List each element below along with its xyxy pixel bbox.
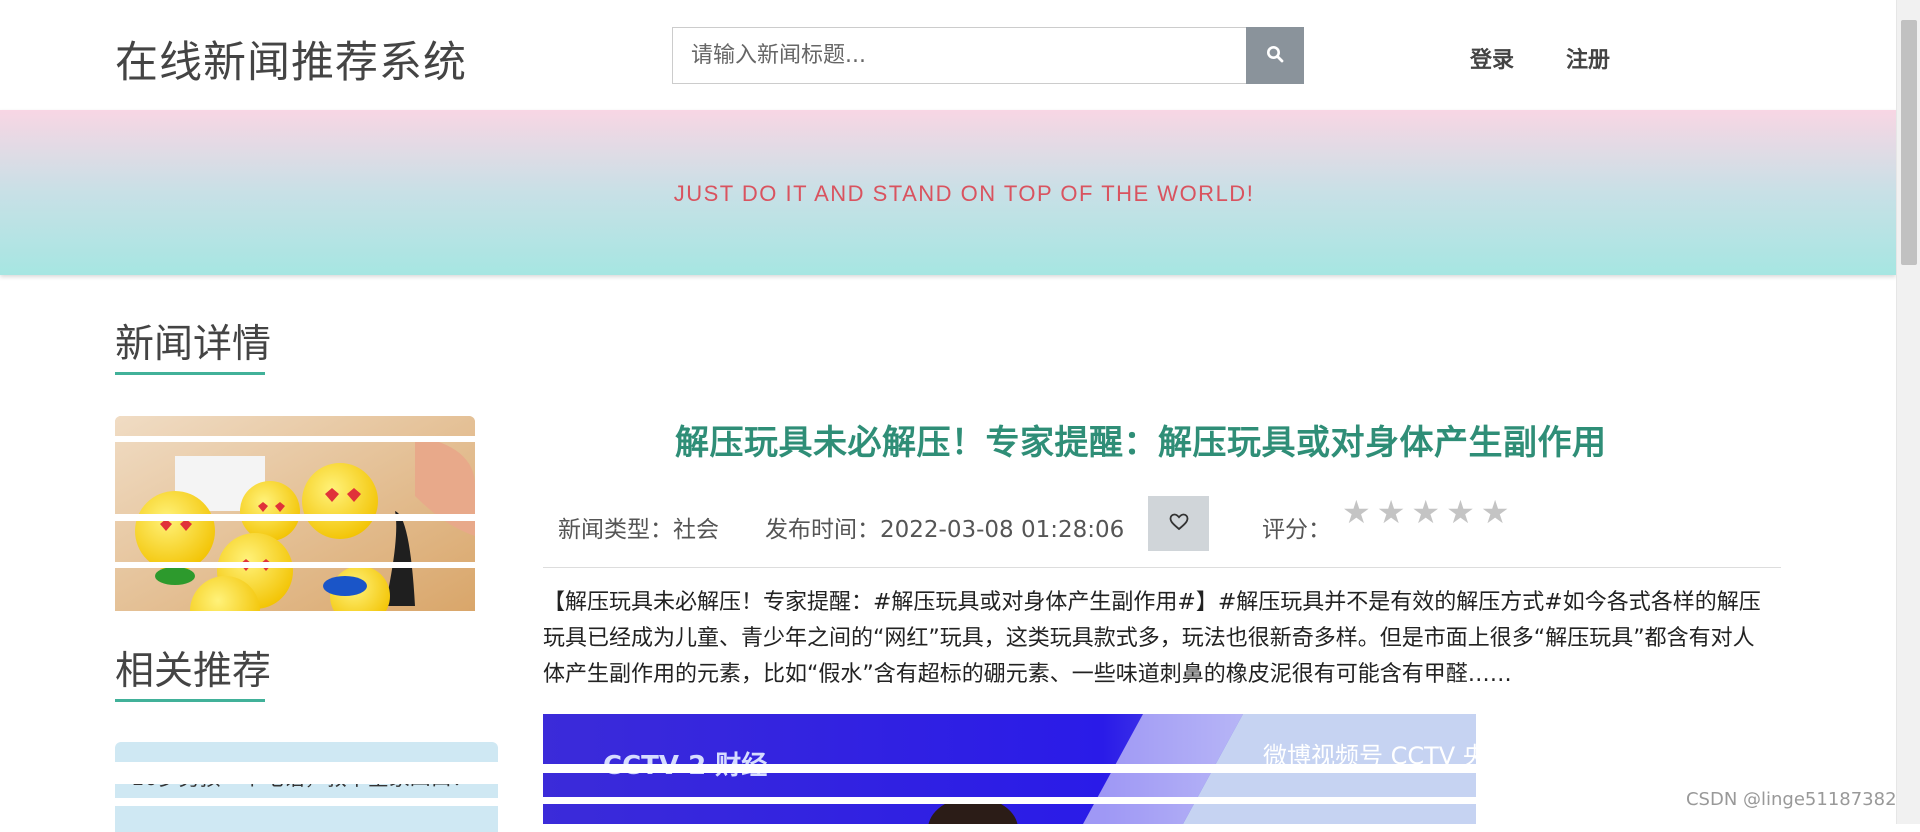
category-label: 新闻类型：	[558, 517, 673, 543]
star-icon[interactable]: ★	[1342, 496, 1371, 528]
related-title-underline	[115, 699, 265, 702]
favorite-button[interactable]	[1148, 496, 1209, 551]
star-icon[interactable]: ★	[1411, 496, 1440, 528]
register-link[interactable]: 注册	[1566, 42, 1610, 74]
time-value: 2022-03-08 01:28:06	[880, 517, 1124, 543]
detail-title-underline	[115, 372, 265, 375]
login-link[interactable]: 登录	[1470, 42, 1514, 74]
publish-time: 发布时间：2022-03-08 01:28:06	[765, 510, 1124, 544]
render-artifact-stripe	[115, 798, 498, 806]
hero-banner: JUST DO IT AND STAND ON TOP OF THE WORLD…	[0, 110, 1896, 275]
scrollbar-thumb[interactable]	[1901, 20, 1917, 265]
search-input[interactable]	[672, 27, 1246, 84]
search-button[interactable]	[1246, 27, 1304, 84]
watermark: CSDN @linge511873822	[1686, 789, 1908, 810]
related-item[interactable]: 10岁男孩一个电话，救下全家四口！	[115, 742, 498, 832]
detail-section-title: 新闻详情	[115, 313, 271, 369]
time-label: 发布时间：	[765, 517, 880, 543]
site-header: 在线新闻推荐系统 登录 注册	[0, 0, 1896, 110]
star-icon[interactable]: ★	[1377, 496, 1406, 528]
article-summary: 【解压玩具未必解压！专家提醒：#解压玩具或对身体产生副作用#】#解压玩具并不是有…	[543, 585, 1775, 693]
page-scrollbar[interactable]	[1896, 0, 1920, 824]
star-icon[interactable]: ★	[1481, 496, 1510, 528]
site-brand[interactable]: 在线新闻推荐系统	[115, 28, 467, 90]
heart-icon	[1169, 513, 1189, 534]
star-icon[interactable]: ★	[1446, 496, 1475, 528]
render-artifact-stripe	[115, 762, 498, 784]
article-image: CCTV 2 财经 微博视频号 CCTV 央视频	[543, 714, 1476, 824]
article-title: 解压玩具未必解压！专家提醒：解压玩具或对身体产生副作用	[675, 415, 1607, 464]
category-value: 社会	[673, 517, 719, 543]
rating-label: 评分：	[1262, 510, 1331, 544]
search-bar	[672, 27, 1304, 84]
meta-divider	[543, 567, 1781, 568]
rating-stars: ★ ★ ★ ★ ★	[1342, 496, 1509, 528]
related-section-title: 相关推荐	[115, 640, 271, 696]
banner-slogan: JUST DO IT AND STAND ON TOP OF THE WORLD…	[674, 181, 1255, 207]
search-icon	[1266, 45, 1284, 66]
news-category: 新闻类型：社会	[558, 510, 719, 544]
news-thumbnail[interactable]	[115, 416, 475, 611]
